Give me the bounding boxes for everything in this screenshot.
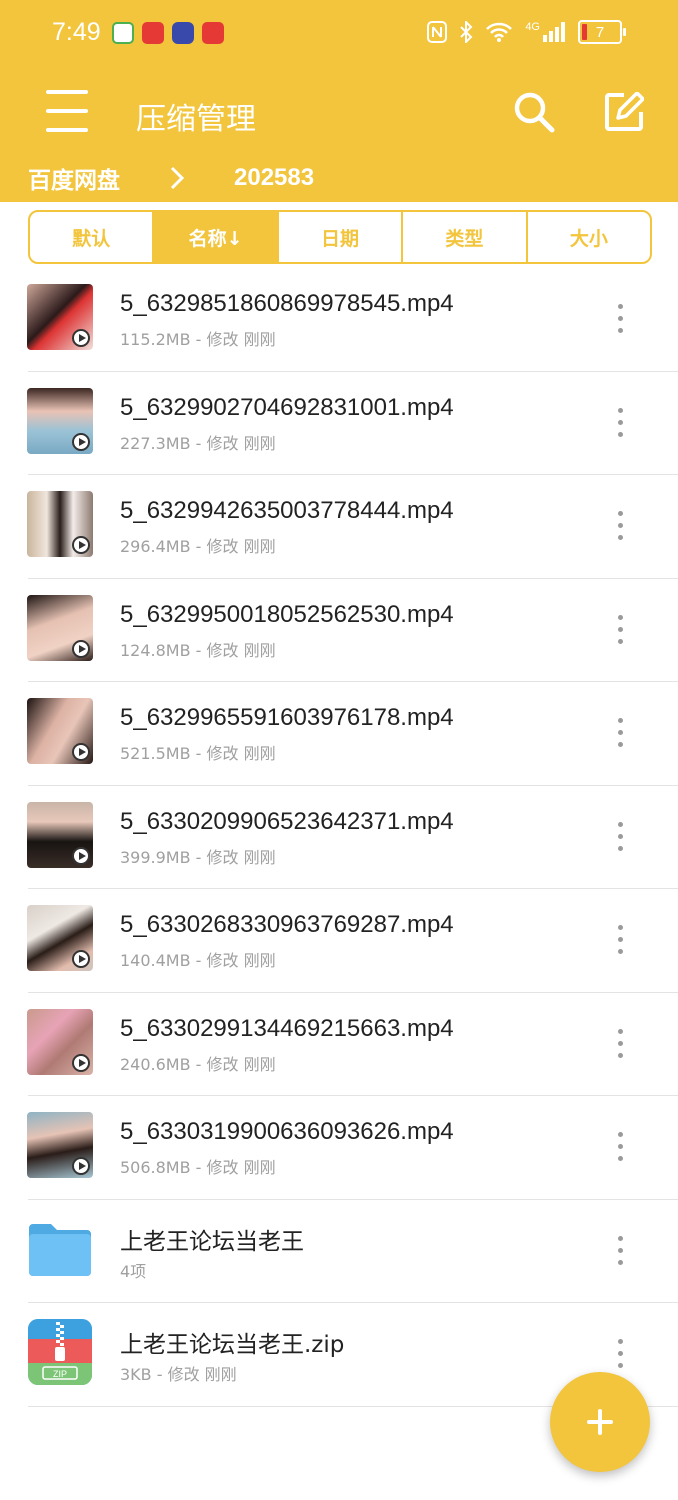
more-options-icon[interactable] [610, 925, 630, 955]
file-meta: 521.5MB - 修改 刚刚 [120, 744, 276, 763]
status-time: 7:49 [52, 18, 101, 46]
status-bar: 7:49 4G 7 [0, 0, 678, 68]
video-thumbnail [27, 905, 93, 971]
file-name: 5_6329902704692831001.mp4 [120, 393, 454, 421]
video-thumbnail [27, 491, 93, 557]
more-options-icon[interactable] [610, 614, 630, 645]
more-options-icon[interactable] [610, 511, 630, 541]
file-row[interactable]: 5_6330319900636093626.mp4 506.8MB - 修改 刚… [27, 1096, 678, 1200]
nfc-icon [427, 21, 448, 43]
play-icon [72, 950, 90, 968]
edit-icon[interactable] [604, 92, 644, 132]
file-meta: 140.4MB - 修改 刚刚 [120, 951, 276, 970]
sort-tab-date[interactable]: 日期 [276, 212, 401, 262]
more-options-icon[interactable] [610, 304, 630, 334]
file-name: 5_6330209906523642371.mp4 [120, 807, 454, 835]
play-icon [72, 639, 90, 658]
play-icon [72, 432, 90, 451]
red-app-icon [142, 22, 164, 44]
file-name: 5_6330319900636093626.mp4 [120, 1118, 454, 1145]
play-icon [72, 536, 90, 554]
sort-tab-type[interactable]: 类型 [401, 212, 525, 262]
chevron-right-icon [170, 166, 185, 190]
file-name: 5_6329942635003778444.mp4 [120, 497, 454, 524]
file-meta: 4项 [120, 1261, 147, 1281]
signal-icon [543, 22, 565, 42]
file-meta: 296.4MB - 修改 刚刚 [120, 537, 276, 556]
search-icon[interactable] [512, 90, 556, 134]
more-options-icon[interactable] [610, 1028, 630, 1059]
play-icon [72, 329, 90, 347]
video-thumbnail [27, 801, 93, 868]
file-meta: 399.9MB - 修改 刚刚 [120, 847, 276, 867]
file-meta: 506.8MB - 修改 刚刚 [120, 1158, 276, 1177]
file-meta: 240.6MB - 修改 刚刚 [120, 1054, 276, 1074]
add-button[interactable] [550, 1372, 650, 1472]
menu-icon[interactable] [46, 90, 90, 132]
page-title: 压缩管理 [136, 102, 256, 137]
bluetooth-icon [460, 21, 473, 43]
sort-tab-default[interactable]: 默认 [30, 212, 152, 262]
video-thumbnail [27, 1008, 93, 1075]
play-icon [72, 743, 90, 761]
folder-row[interactable]: 上老王论坛当老王 4项 [28, 1200, 678, 1303]
breadcrumb: 百度网盘 202583 [28, 162, 314, 194]
breadcrumb-root[interactable]: 百度网盘 [28, 161, 120, 195]
sort-tab-name[interactable]: 名称↓ [152, 212, 277, 262]
sort-tabs: 默认 名称↓ 日期 类型 大小 [28, 210, 652, 264]
file-name: 5_6329950018052562530.mp4 [120, 600, 454, 628]
more-options-icon[interactable] [610, 718, 630, 748]
video-thumbnail [27, 698, 93, 764]
more-options-icon[interactable] [610, 1339, 630, 1369]
play-icon [72, 1157, 90, 1175]
more-options-icon[interactable] [610, 1235, 630, 1266]
play-icon [72, 846, 90, 865]
more-options-icon[interactable] [610, 821, 630, 852]
system-icons: 4G 7 [427, 20, 626, 44]
folder-icon [29, 1223, 91, 1276]
breadcrumb-current[interactable]: 202583 [234, 164, 314, 192]
file-row[interactable]: 5_6330209906523642371.mp4 399.9MB - 修改 刚… [27, 786, 678, 889]
more-options-icon[interactable] [610, 407, 630, 438]
video-thumbnail [27, 284, 93, 350]
file-name: 上老王论坛当老王 [120, 1228, 304, 1255]
file-name: 5_6330299134469215663.mp4 [120, 1014, 454, 1042]
home-app-icon [112, 22, 134, 44]
notification-icons [112, 22, 224, 44]
file-row[interactable]: 5_6329902704692831001.mp4 227.3MB - 修改 刚… [27, 372, 678, 475]
red-badge-app-icon [202, 22, 224, 44]
battery-level: 7 [595, 23, 605, 41]
battery-icon: 7 [578, 20, 626, 44]
file-name: 5_6330268330963769287.mp4 [120, 911, 454, 938]
video-thumbnail [27, 387, 93, 454]
file-row[interactable]: 5_6329851860869978545.mp4 115.2MB - 修改 刚… [27, 268, 678, 372]
file-row[interactable]: 5_6330299134469215663.mp4 240.6MB - 修改 刚… [27, 993, 678, 1096]
file-list: 5_6329851860869978545.mp4 115.2MB - 修改 刚… [0, 268, 678, 1407]
network-label: 4G [525, 21, 540, 33]
file-meta: 124.8MB - 修改 刚刚 [120, 640, 276, 660]
camera-app-icon [172, 22, 194, 44]
play-icon [72, 1053, 90, 1072]
zip-badge-label: ZIP [53, 1369, 67, 1379]
file-meta: 227.3MB - 修改 刚刚 [120, 433, 276, 453]
file-name: 5_6329965591603976178.mp4 [120, 704, 454, 731]
file-row[interactable]: 5_6330268330963769287.mp4 140.4MB - 修改 刚… [27, 889, 678, 993]
video-thumbnail [27, 594, 93, 661]
wifi-icon [486, 22, 513, 42]
file-row[interactable]: 5_6329965591603976178.mp4 521.5MB - 修改 刚… [27, 682, 678, 786]
file-meta: 115.2MB - 修改 刚刚 [120, 330, 276, 349]
file-row[interactable]: 5_6329942635003778444.mp4 296.4MB - 修改 刚… [27, 475, 678, 579]
sort-tab-size[interactable]: 大小 [525, 212, 650, 262]
file-row[interactable]: 5_6329950018052562530.mp4 124.8MB - 修改 刚… [27, 579, 678, 682]
zip-file-icon: ZIP [28, 1319, 92, 1385]
more-options-icon[interactable] [610, 1132, 630, 1162]
app-bar: 压缩管理 百度网盘 202583 [0, 68, 678, 202]
video-thumbnail [27, 1112, 93, 1178]
file-name: 5_6329851860869978545.mp4 [120, 290, 454, 317]
file-meta: 3KB - 修改 刚刚 [120, 1365, 237, 1384]
file-name: 上老王论坛当老王.zip [120, 1332, 345, 1358]
